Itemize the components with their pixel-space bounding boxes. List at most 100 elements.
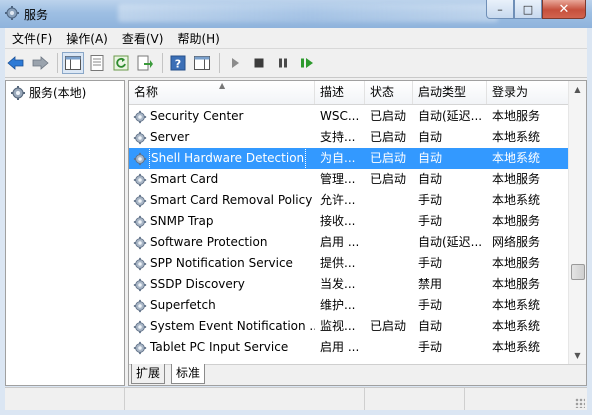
tree-item-label: 服务(本地) bbox=[29, 86, 87, 100]
service-name-cell: Security Center bbox=[129, 106, 315, 127]
service-row[interactable]: SNMP Trap 接收... 手动 本地服务 bbox=[129, 211, 570, 232]
status-segment bbox=[5, 388, 125, 410]
console-tree-icon bbox=[65, 56, 81, 70]
status-segment bbox=[125, 388, 365, 410]
service-log-on-as-cell: 本地系统 bbox=[492, 151, 541, 165]
service-startup-type-cell: 自动(延迟... bbox=[418, 235, 483, 249]
service-name: Smart Card Removal Policy bbox=[150, 193, 313, 207]
column-header-description[interactable]: 描述 bbox=[315, 81, 365, 104]
service-name: SSDP Discovery bbox=[150, 277, 245, 291]
console-tree-pane[interactable]: 服务(本地) bbox=[5, 80, 125, 386]
service-startup-type-cell: 自动 bbox=[418, 130, 443, 144]
close-button[interactable]: ✕ bbox=[542, 0, 586, 19]
service-status-cell: 已启动 bbox=[370, 172, 407, 186]
service-name-cell: Superfetch bbox=[129, 295, 315, 316]
show-console-tree-button[interactable] bbox=[62, 52, 84, 74]
service-row[interactable]: Smart Card 管理... 已启动 自动 本地服务 bbox=[129, 169, 570, 190]
tab-extended[interactable]: 扩展 bbox=[131, 364, 166, 384]
properties-button[interactable] bbox=[86, 52, 108, 74]
restart-service-button[interactable] bbox=[296, 52, 318, 74]
start-service-button[interactable] bbox=[224, 52, 246, 74]
service-log-on-as-cell: 本地服务 bbox=[492, 109, 541, 123]
scroll-down-arrow-icon[interactable]: ▼ bbox=[569, 347, 586, 364]
menu-action[interactable]: 操作(A) bbox=[59, 30, 115, 47]
column-header-startup-type[interactable]: 启动类型 bbox=[413, 81, 487, 104]
toolbar: ? bbox=[5, 49, 587, 78]
menu-file[interactable]: 文件(F) bbox=[5, 30, 59, 47]
service-name-cell: SSDP Discovery bbox=[129, 274, 315, 295]
help-button[interactable]: ? bbox=[167, 52, 189, 74]
tree-item-services-local[interactable]: 服务(本地) bbox=[10, 84, 86, 101]
service-row[interactable]: System Event Notification ... 监视... 已启动 自动 本… bbox=[129, 316, 570, 337]
title-bar[interactable]: 服务 – □ ✕ bbox=[0, 0, 592, 28]
service-gear-icon bbox=[133, 320, 147, 333]
service-name-cell: System Event Notification ... bbox=[129, 316, 315, 337]
service-name: System Event Notification ... bbox=[150, 319, 315, 333]
service-name: SNMP Trap bbox=[150, 214, 214, 228]
service-status-cell bbox=[365, 190, 413, 211]
column-header-log-on-as[interactable]: 登录为 bbox=[487, 81, 570, 104]
title-bar-glass-reflection bbox=[118, 4, 498, 22]
svg-text:?: ? bbox=[175, 58, 181, 71]
tab-standard[interactable]: 标准 bbox=[171, 364, 206, 384]
export-list-button[interactable] bbox=[134, 52, 156, 74]
service-status-cell bbox=[365, 295, 413, 316]
service-gear-icon bbox=[133, 278, 147, 291]
maximize-button[interactable]: □ bbox=[514, 0, 542, 19]
toolbar-separator bbox=[57, 53, 58, 73]
service-startup-type-cell: 自动(延迟... bbox=[418, 109, 483, 123]
back-button[interactable] bbox=[5, 52, 27, 74]
forward-button[interactable] bbox=[29, 52, 51, 74]
menu-help[interactable]: 帮助(H) bbox=[170, 30, 226, 47]
menu-view[interactable]: 查看(V) bbox=[115, 30, 171, 47]
pause-service-button[interactable] bbox=[272, 52, 294, 74]
service-row[interactable]: Server 支持... 已启动 自动 本地系统 bbox=[129, 127, 570, 148]
services-list-pane[interactable]: ▲ 名称 描述 状态 启动类型 登录为 Security Center WSC..… bbox=[128, 80, 587, 386]
services-gear-icon bbox=[11, 85, 25, 100]
service-gear-icon bbox=[133, 299, 147, 312]
service-row[interactable]: Shell Hardware Detection 为自... 已启动 自动 本地系统 bbox=[129, 148, 570, 169]
scrollbar-thumb[interactable] bbox=[571, 264, 585, 280]
service-log-on-as-cell: 本地服务 bbox=[492, 277, 541, 291]
toolbar-separator bbox=[162, 53, 163, 73]
refresh-button[interactable] bbox=[110, 52, 132, 74]
status-segment bbox=[365, 388, 465, 410]
service-name-cell: SNMP Trap bbox=[129, 211, 315, 232]
service-description-cell: 允许... bbox=[320, 193, 356, 207]
service-startup-type-cell: 自动 bbox=[418, 172, 443, 186]
service-row[interactable]: Smart Card Removal Policy 允许... 手动 本地系统 bbox=[129, 190, 570, 211]
service-startup-type-cell: 手动 bbox=[418, 193, 443, 207]
service-log-on-as-cell: 本地服务 bbox=[492, 172, 541, 186]
service-row[interactable]: Superfetch 维护... 手动 本地系统 bbox=[129, 295, 570, 316]
service-startup-type-cell: 手动 bbox=[418, 298, 443, 312]
service-gear-icon bbox=[133, 194, 147, 207]
pause-service-icon bbox=[279, 58, 287, 68]
vertical-scrollbar[interactable]: ▲ ▼ bbox=[568, 81, 586, 364]
minimize-button[interactable]: – bbox=[486, 0, 514, 19]
service-row[interactable]: SSDP Discovery 当发... 禁用 本地服务 bbox=[129, 274, 570, 295]
service-status-cell bbox=[365, 211, 413, 232]
service-row[interactable]: Software Protection 启用 ... 自动(延迟... 网络服务 bbox=[129, 232, 570, 253]
service-name: SPP Notification Service bbox=[150, 256, 293, 270]
service-name-cell: Smart Card Removal Policy bbox=[129, 190, 315, 211]
service-gear-icon bbox=[133, 152, 147, 165]
resize-grip[interactable] bbox=[575, 398, 585, 408]
show-action-pane-button[interactable] bbox=[191, 52, 213, 74]
column-header-status[interactable]: 状态 bbox=[365, 81, 413, 104]
window-controls: – □ ✕ bbox=[486, 0, 586, 20]
service-startup-type-cell: 手动 bbox=[418, 214, 443, 228]
services-rows: Security Center WSC... 已启动 自动(延迟... 本地服务 Serv… bbox=[129, 106, 570, 358]
scroll-up-arrow-icon[interactable]: ▲ bbox=[569, 81, 586, 98]
service-row[interactable]: SPP Notification Service 提供... 手动 本地服务 bbox=[129, 253, 570, 274]
column-header-name[interactable]: ▲ 名称 bbox=[129, 81, 315, 104]
service-log-on-as-cell: 本地系统 bbox=[492, 319, 541, 333]
service-row[interactable]: Tablet PC Input Service 启用 ... 手动 本地系统 bbox=[129, 337, 570, 358]
stop-service-button[interactable] bbox=[248, 52, 270, 74]
service-name: Superfetch bbox=[150, 298, 216, 312]
restart-service-icon bbox=[301, 58, 313, 68]
service-log-on-as-cell: 本地系统 bbox=[492, 130, 541, 144]
list-header: ▲ 名称 描述 状态 启动类型 登录为 bbox=[129, 81, 570, 105]
service-log-on-as-cell: 本地服务 bbox=[492, 214, 541, 228]
service-name: Server bbox=[150, 130, 190, 144]
service-row[interactable]: Security Center WSC... 已启动 自动(延迟... 本地服务 bbox=[129, 106, 570, 127]
